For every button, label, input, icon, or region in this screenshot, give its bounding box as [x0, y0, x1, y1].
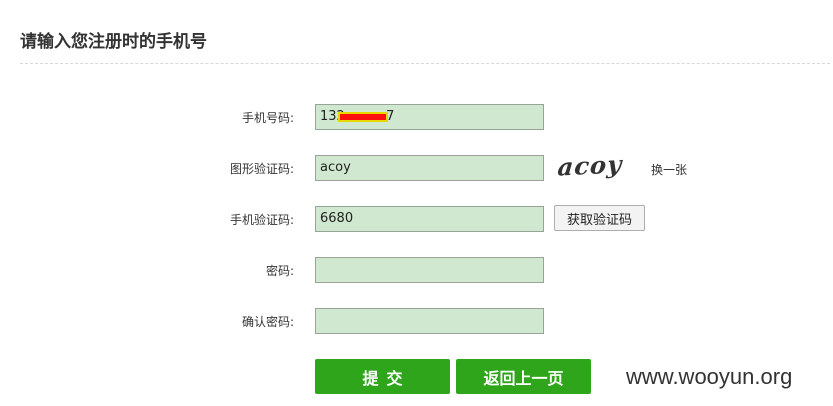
- phone-row: 手机号码:: [0, 104, 833, 130]
- confirm-password-row: 确认密码:: [0, 308, 833, 334]
- page-title: 请输入您注册时的手机号: [20, 32, 207, 52]
- captcha-label: 图形验证码:: [229, 162, 294, 176]
- confirm-password-input[interactable]: [315, 308, 544, 334]
- sms-code-label: 手机验证码:: [229, 213, 294, 227]
- sms-code-row: 手机验证码: 获取验证码: [0, 205, 833, 232]
- password-row: 密码:: [0, 257, 833, 283]
- submit-button[interactable]: 提交: [315, 359, 450, 394]
- captcha-row: 图形验证码: acoy 换一张: [0, 149, 833, 181]
- redaction-mark: [338, 112, 388, 122]
- back-button[interactable]: 返回上一页: [456, 359, 591, 394]
- captcha-image[interactable]: acoy: [557, 149, 624, 181]
- get-sms-code-button[interactable]: 获取验证码: [554, 205, 645, 231]
- password-input[interactable]: [315, 257, 544, 283]
- confirm-password-label: 确认密码:: [241, 315, 294, 329]
- sms-code-input[interactable]: [315, 206, 544, 232]
- watermark: www.wooyun.org: [626, 364, 793, 389]
- password-label: 密码:: [265, 264, 294, 278]
- title-divider: [20, 63, 830, 64]
- phone-label: 手机号码:: [241, 111, 294, 125]
- refresh-captcha-link[interactable]: 换一张: [651, 161, 687, 178]
- captcha-input[interactable]: [315, 155, 544, 181]
